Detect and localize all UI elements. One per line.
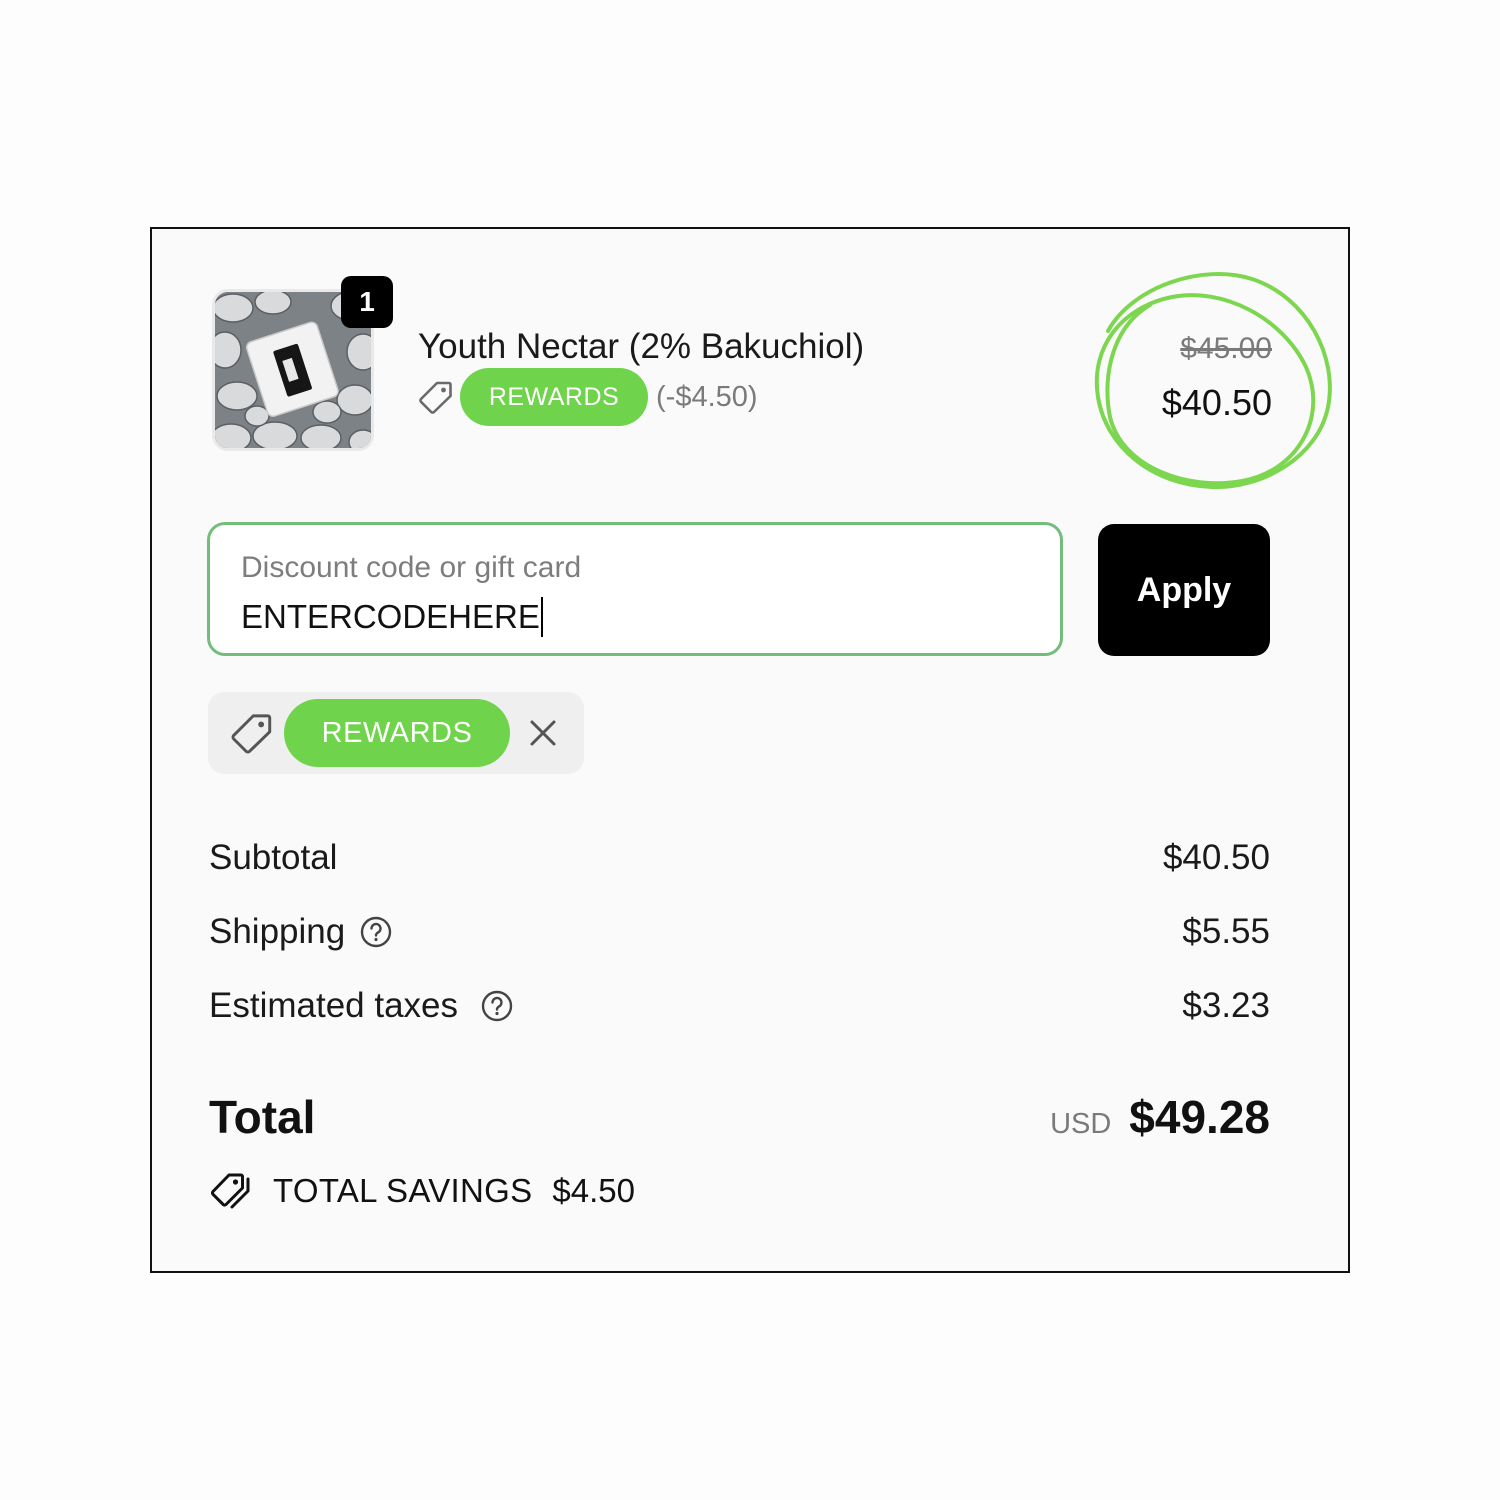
original-price: $45.00 bbox=[1180, 332, 1272, 365]
discount-code-field[interactable]: Discount code or gift card ENTERCODEHERE bbox=[207, 522, 1063, 656]
taxes-label-group: Estimated taxes bbox=[209, 986, 514, 1026]
subtotal-label: Subtotal bbox=[209, 838, 338, 877]
taxes-label: Estimated taxes bbox=[209, 986, 458, 1025]
subtotal-value: $40.50 bbox=[1162, 838, 1270, 877]
total-row: Total USD $49.28 bbox=[209, 1089, 1270, 1145]
quantity-badge: 1 bbox=[341, 276, 393, 328]
currency-code: USD bbox=[1050, 1108, 1112, 1140]
subtotal-row: Subtotal $40.50 bbox=[209, 836, 1270, 880]
shipping-row: Shipping $5.55 bbox=[209, 910, 1270, 954]
shipping-value: $5.55 bbox=[1182, 912, 1270, 951]
product-price-block: $45.00 $40.50 bbox=[1162, 329, 1272, 431]
text-caret bbox=[540, 597, 543, 637]
total-amount: $49.28 bbox=[1129, 1091, 1270, 1143]
product-discount-amount: (-$4.50) bbox=[656, 380, 758, 413]
product-name: Youth Nectar (2% Bakuchiol) bbox=[418, 327, 865, 366]
discounted-price: $40.50 bbox=[1161, 382, 1272, 423]
total-savings-line: TOTAL SAVINGS $4.50 bbox=[209, 1169, 635, 1213]
total-value-group: USD $49.28 bbox=[1050, 1090, 1270, 1144]
discount-field-label: Discount code or gift card bbox=[241, 551, 582, 584]
savings-tags-icon bbox=[209, 1171, 255, 1211]
applied-discount-code: REWARDS bbox=[284, 699, 510, 767]
savings-amount: $4.50 bbox=[552, 1172, 636, 1209]
product-discount-code: REWARDS bbox=[460, 368, 648, 426]
help-circle-icon[interactable] bbox=[359, 915, 393, 949]
applied-discount-chip: REWARDS bbox=[208, 692, 584, 774]
shipping-label: Shipping bbox=[209, 912, 346, 951]
taxes-row: Estimated taxes $3.23 bbox=[209, 984, 1270, 1028]
close-icon[interactable] bbox=[526, 716, 560, 750]
discount-field-input[interactable]: ENTERCODEHERE bbox=[241, 597, 543, 637]
apply-button[interactable]: Apply bbox=[1098, 524, 1270, 656]
tag-icon bbox=[230, 711, 274, 755]
discount-field-value: ENTERCODEHERE bbox=[241, 598, 540, 635]
product-discount-line: REWARDS (-$4.50) bbox=[418, 367, 758, 427]
taxes-value: $3.23 bbox=[1182, 986, 1270, 1025]
total-label: Total bbox=[209, 1091, 316, 1143]
order-summary-panel: 1 Youth Nectar (2% Bakuchiol) REWARDS (-… bbox=[150, 227, 1350, 1273]
savings-label: TOTAL SAVINGS bbox=[273, 1172, 533, 1209]
tag-icon bbox=[418, 379, 454, 415]
shipping-label-group: Shipping bbox=[209, 912, 393, 952]
help-circle-icon[interactable] bbox=[480, 989, 514, 1023]
page: 1 Youth Nectar (2% Bakuchiol) REWARDS (-… bbox=[0, 0, 1500, 1500]
